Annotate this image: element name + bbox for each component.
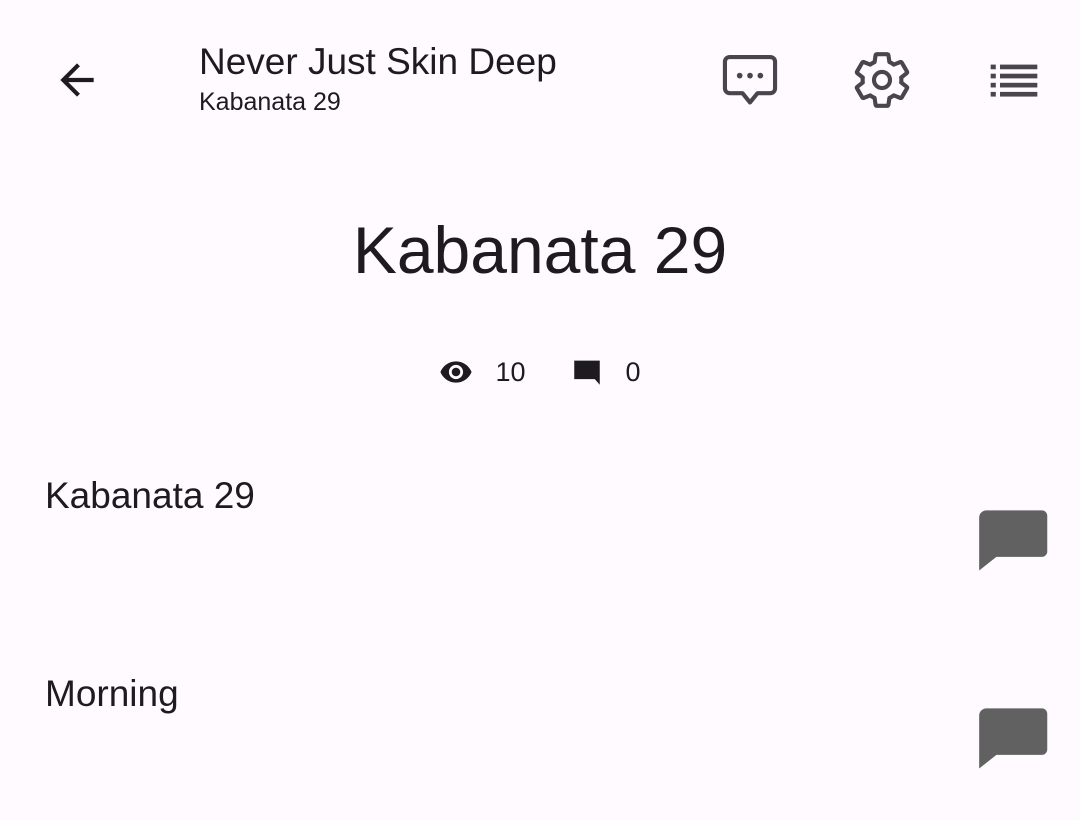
app-bar-title-block: Never Just Skin Deep Kabanata 29 [199,40,557,118]
comment-icon [979,708,1048,769]
settings-button[interactable] [847,45,917,115]
paragraph-text: Kabanata 29 [45,475,255,516]
views-count: 10 [495,356,526,387]
paragraph-comment-button[interactable] [970,694,1060,784]
chapter-list-button[interactable] [979,45,1049,115]
comment-icon [979,510,1048,571]
paragraph-text: Morning [45,673,179,714]
discussion-button[interactable] [715,45,785,115]
list-icon [990,64,1038,97]
eye-icon [440,361,473,383]
chapter-subtitle: Kabanata 29 [199,88,341,116]
views-stat: 10 [439,355,526,389]
gear-icon [854,52,910,108]
comments-stat: 0 [570,355,641,389]
comments-count: 0 [625,356,641,387]
paragraph-comment-button[interactable] [970,496,1060,586]
chat-bubble-ellipsis-icon [722,54,778,105]
back-button[interactable] [42,45,112,115]
comment-icon [573,360,600,385]
paragraph: Morning [0,672,1080,812]
book-title: Never Just Skin Deep [199,41,557,82]
chapter-heading: Kabanata 29 [352,213,728,287]
chapter-stats: 10 0 [0,355,1080,389]
arrow-back-icon [60,63,94,97]
top-app-bar: Never Just Skin Deep Kabanata 29 [0,0,1080,160]
paragraph: Kabanata 29 [0,474,1080,614]
